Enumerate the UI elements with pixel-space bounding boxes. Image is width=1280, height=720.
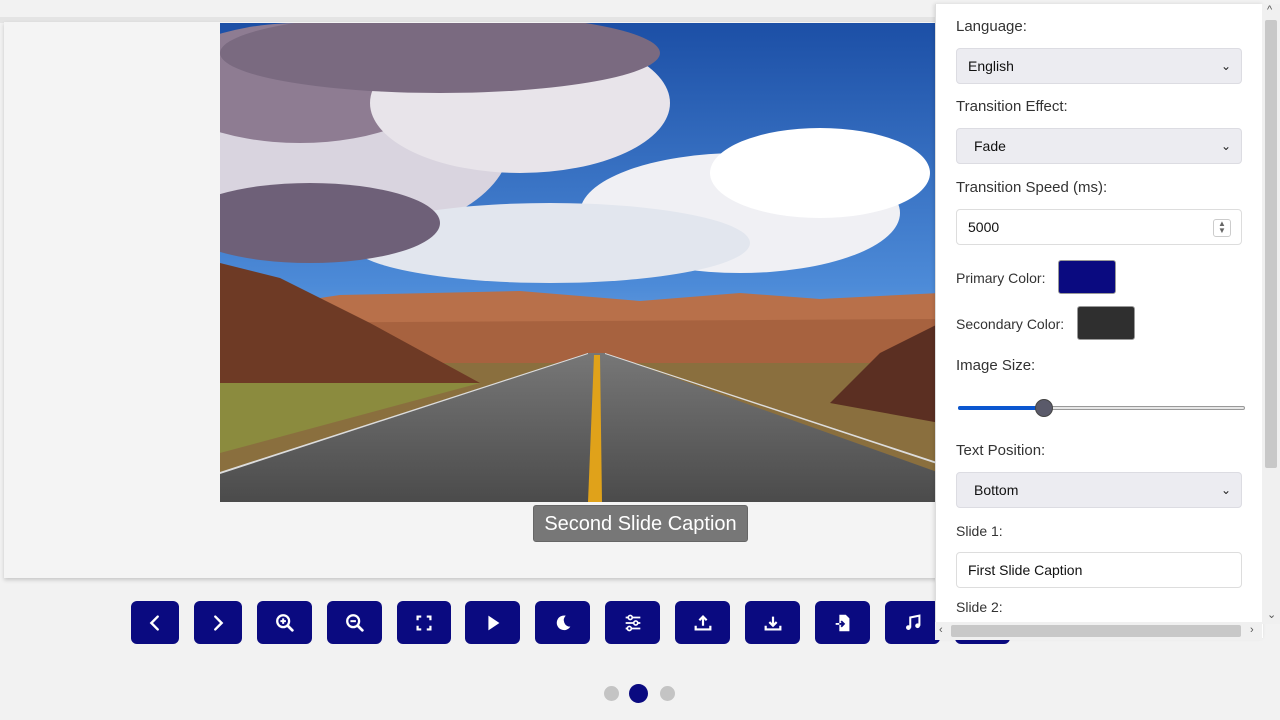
secondary-color-label: Secondary Color: <box>956 316 1065 332</box>
zoom-in-icon <box>275 613 294 632</box>
zoom-out-icon <box>345 613 364 632</box>
slide-dot-1[interactable] <box>604 686 619 701</box>
chevron-right-icon <box>214 614 224 631</box>
slide-caption: Second Slide Caption <box>533 505 748 542</box>
transition-speed-label: Transition Speed (ms): <box>956 179 1108 196</box>
slide1-label: Slide 1: <box>956 523 1003 539</box>
music-icon <box>905 613 920 630</box>
file-import-icon <box>835 614 849 631</box>
transition-effect-label: Transition Effect: <box>956 98 1068 115</box>
transition-speed-input[interactable]: 5000 ▲ ▼ <box>956 209 1242 245</box>
spinner-icon[interactable]: ▲ ▼ <box>1213 219 1231 237</box>
language-label: Language: <box>956 18 1027 35</box>
sliders-icon <box>625 614 640 631</box>
scroll-up-icon[interactable]: ^ <box>1267 4 1272 16</box>
slide-dot-2[interactable] <box>629 684 648 703</box>
dark-mode-button[interactable] <box>535 601 590 644</box>
chevron-left-icon <box>149 614 159 631</box>
text-position-select[interactable]: Bottom ⌄ <box>956 472 1242 508</box>
play-icon <box>487 615 499 630</box>
image-size-slider-thumb[interactable] <box>1035 399 1054 417</box>
vertical-scrollbar[interactable]: ^ ⌄ <box>1262 4 1280 624</box>
fullscreen-icon <box>416 614 432 631</box>
download-icon <box>764 616 781 631</box>
chevron-down-icon: ⌄ <box>1220 59 1231 73</box>
zoom-out-button[interactable] <box>327 601 382 644</box>
play-button[interactable] <box>465 601 520 644</box>
chevron-down-icon: ⌄ <box>1220 139 1231 153</box>
slide1-caption-value: First Slide Caption <box>968 562 1083 578</box>
next-button[interactable] <box>194 601 242 644</box>
vertical-scroll-thumb[interactable] <box>1265 20 1277 468</box>
music-button[interactable] <box>885 601 940 644</box>
upload-button[interactable] <box>675 601 730 644</box>
landscape-photo <box>220 23 940 502</box>
settings-button[interactable] <box>605 601 660 644</box>
prev-button[interactable] <box>131 601 179 644</box>
scroll-left-icon[interactable]: ‹ <box>939 624 943 636</box>
horizontal-scroll-thumb[interactable] <box>951 625 1241 637</box>
moon-icon <box>556 614 570 630</box>
image-size-slider-fill <box>958 406 1045 410</box>
download-button[interactable] <box>745 601 800 644</box>
language-value: English <box>968 58 1014 74</box>
transition-effect-value: Fade <box>974 138 1006 154</box>
scroll-right-icon[interactable]: › <box>1250 624 1254 636</box>
slide-dot-3[interactable] <box>660 686 675 701</box>
transition-effect-select[interactable]: Fade ⌄ <box>956 128 1242 164</box>
scroll-down-icon[interactable]: ⌄ <box>1267 608 1276 621</box>
fullscreen-button[interactable] <box>397 601 451 644</box>
language-select[interactable]: English ⌄ <box>956 48 1242 84</box>
import-button[interactable] <box>815 601 870 644</box>
image-size-label: Image Size: <box>956 357 1036 374</box>
horizontal-scrollbar[interactable]: ‹ › <box>935 622 1262 640</box>
slide2-label: Slide 2: <box>956 599 1003 615</box>
primary-color-label: Primary Color: <box>956 270 1046 286</box>
chevron-down-icon: ⌄ <box>1220 483 1231 497</box>
zoom-in-button[interactable] <box>257 601 312 644</box>
text-position-label: Text Position: <box>956 442 1046 459</box>
settings-panel: Language: English ⌄ Transition Effect: F… <box>935 4 1263 638</box>
primary-color-picker[interactable] <box>1058 260 1116 294</box>
slide-image <box>220 23 940 502</box>
slide1-caption-input[interactable]: First Slide Caption <box>956 552 1242 588</box>
transition-speed-value: 5000 <box>968 219 1000 235</box>
upload-icon <box>694 614 711 631</box>
text-position-value: Bottom <box>974 482 1019 498</box>
secondary-color-picker[interactable] <box>1077 306 1135 340</box>
